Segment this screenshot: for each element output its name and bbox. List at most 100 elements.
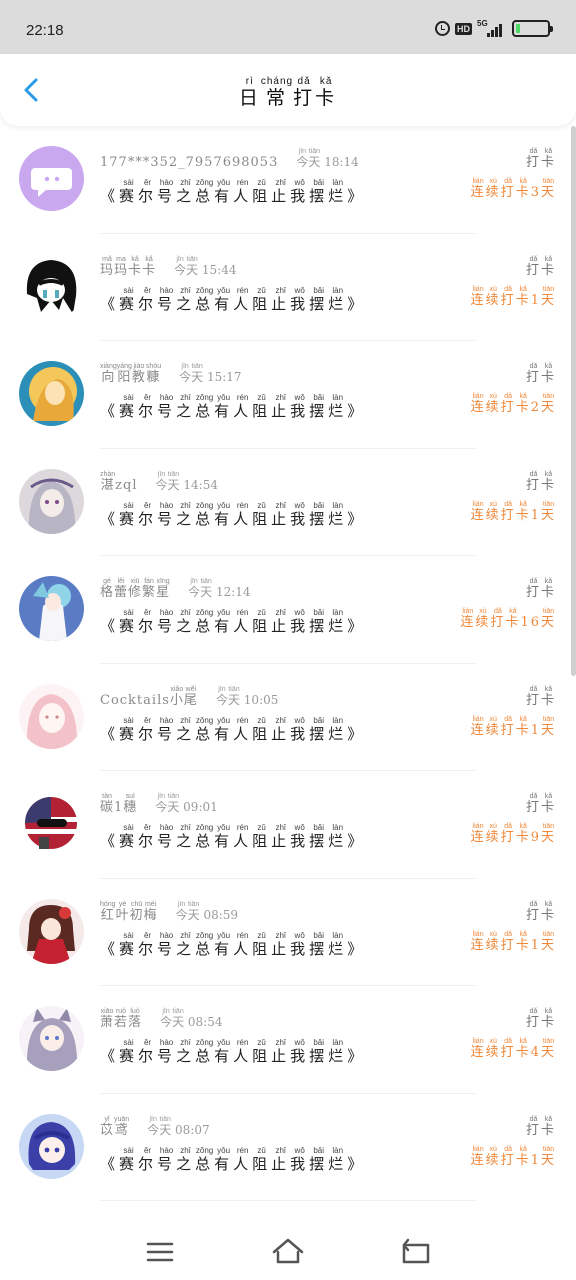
- avatar[interactable]: [19, 898, 84, 964]
- ruby-char: 有yǒu: [214, 393, 234, 420]
- ruby-char: 向xiàng: [100, 363, 117, 385]
- checkin-content: 《赛sài尔ěr号hào之zhī总zǒng有yǒu人rén阻zǔ止zhǐ我wǒ摆…: [100, 1038, 366, 1066]
- user-name[interactable]: 玛mǎ玛ma卡kǎ卡kǎ: [100, 255, 156, 278]
- user-line: 向xiàng阳yáng教jiào糠shòu 今jīn天tiān 15:17: [100, 363, 242, 385]
- ruby-char: 摆bǎi: [309, 393, 329, 420]
- user-name[interactable]: 苡yǐ鸢yuān: [100, 1116, 129, 1138]
- ruby-char: 我wǒ: [290, 178, 310, 205]
- ruby-char: 号hào: [157, 1038, 177, 1065]
- streak-badge: 连lián续xù打dǎ卡kǎ4天tiān: [471, 1038, 556, 1060]
- ruby-char: 续xù: [485, 393, 501, 415]
- ruby-char: 》: [347, 294, 367, 313]
- user-name[interactable]: 格gé蕾lěi修xiū繁fán星xīng: [100, 578, 170, 600]
- ruby-char: 穗suì: [123, 793, 138, 815]
- ruby-char: 天tiān: [191, 363, 204, 384]
- ruby-char: 有yǒu: [214, 285, 234, 313]
- avatar[interactable]: [19, 791, 84, 856]
- list-item[interactable]: 向xiàng阳yáng教jiào糠shòu今jīn天tiān 15:17 打dǎ卡…: [0, 341, 576, 449]
- streak-badge: 连lián续xù打dǎ卡kǎ9天tiān: [471, 823, 556, 845]
- ruby-char: 人rén: [233, 608, 253, 635]
- punch-label: 打dǎ卡kǎ: [526, 686, 556, 708]
- ruby-char: 打dǎ: [525, 470, 541, 493]
- list-item[interactable]: 湛zhànzql 今jīn天tiān 14:54 打dǎ卡kǎ 《赛sài尔ěr号hà…: [0, 449, 576, 557]
- ruby-char: 阻zǔ: [252, 823, 272, 850]
- ruby-char: 人rén: [233, 715, 253, 743]
- ruby-char: 卡kǎ: [128, 255, 143, 278]
- ruby-char: 打dǎ: [500, 1038, 516, 1060]
- list-item[interactable]: 玛mǎ玛ma卡kǎ卡kǎ今jīn天tiān 15:44 打dǎ卡kǎ 《赛sài尔ě…: [0, 234, 576, 342]
- ruby-char: 天tiān: [167, 793, 180, 814]
- ruby-char: 赛sài: [119, 285, 139, 313]
- ruby-char: 烂làn: [328, 715, 348, 743]
- list-item[interactable]: Cocktails小xiǎo尾wěi今jīn天tiān 10:05 打dǎ卡kǎ 《…: [0, 664, 576, 772]
- ruby-char: 连lián: [470, 285, 486, 308]
- status-icons: HD 5G: [435, 19, 553, 37]
- ruby-char: 玛ma: [114, 255, 129, 278]
- avatar[interactable]: [19, 146, 84, 211]
- ruby-char: 尔ěr: [138, 608, 158, 635]
- ruby-char: 阻zǔ: [252, 393, 272, 420]
- user-name[interactable]: 向xiàng阳yáng教jiào糠shòu: [100, 363, 161, 385]
- streak-badge: 连lián续xù打dǎ卡kǎ1天tiān: [471, 286, 556, 308]
- ruby-char: 》: [347, 939, 367, 958]
- list-item[interactable]: 碳tàn1穗suì今jīn天tiān 09:01 打dǎ卡kǎ 《赛sài尔ěr号h…: [0, 771, 576, 879]
- ruby-char: 天tiān: [540, 1145, 556, 1168]
- avatar[interactable]: [19, 468, 84, 534]
- ruby-char: 卡kǎ: [540, 148, 556, 170]
- ruby-char: 人rén: [233, 930, 253, 958]
- ruby-char: 尔ěr: [138, 715, 158, 743]
- ruby-char: 我wǒ: [290, 1038, 310, 1065]
- streak-days: 9: [530, 830, 541, 845]
- user-name[interactable]: 177***352_7957698053: [100, 155, 278, 170]
- user-name[interactable]: 湛zhànzql: [100, 471, 138, 493]
- user-name[interactable]: 红hóng叶yè初chū梅méi: [100, 901, 158, 923]
- user-name[interactable]: 萧xiāo若ruò落luò: [100, 1008, 142, 1030]
- list-item[interactable]: 红hóng叶yè初chū梅méi今jīn天tiān 08:59 打dǎ卡kǎ 《赛s…: [0, 879, 576, 987]
- list-item[interactable]: 177***352_7957698053 今jīn天tiān 18:14 打dǎ卡k…: [0, 126, 576, 234]
- user-name[interactable]: 碳tàn1穗suì: [100, 793, 138, 815]
- ruby-char: 玛mǎ: [100, 255, 115, 278]
- ruby-char: 连lián: [470, 393, 486, 415]
- home-button[interactable]: [268, 1232, 308, 1272]
- ruby-char: 之zhī: [176, 608, 196, 635]
- avatar[interactable]: [19, 576, 84, 641]
- ruby-char: 连lián: [470, 1038, 486, 1060]
- avatar[interactable]: [19, 253, 84, 319]
- ruby-char: 我wǒ: [290, 608, 310, 635]
- avatar[interactable]: [19, 1006, 84, 1071]
- menu-button[interactable]: [140, 1232, 180, 1272]
- user-name[interactable]: Cocktails小xiǎo尾wěi: [100, 686, 198, 708]
- ruby-char: 》: [347, 1047, 367, 1065]
- ruby-char: 卡kǎ: [540, 685, 556, 708]
- back-nav-button[interactable]: [396, 1232, 436, 1272]
- ruby-char: 止zhǐ: [271, 178, 291, 205]
- ruby-char: 天tiān: [540, 608, 556, 630]
- post-time: 今jīn天tiān 12:14: [188, 578, 251, 599]
- punch-label: 打dǎ卡kǎ: [526, 1008, 556, 1030]
- ruby-char: 续xù: [485, 1038, 501, 1060]
- scrollbar[interactable]: [571, 126, 576, 676]
- ruby-char: 摆bǎi: [309, 608, 329, 635]
- list-item[interactable]: 苡yǐ鸢yuān今jīn天tiān 08:07 打dǎ卡kǎ 《赛sài尔ěr号hà…: [0, 1094, 576, 1202]
- streak-days: 1: [530, 292, 541, 308]
- ruby-char: 止zhǐ: [271, 608, 291, 635]
- list-item[interactable]: 格gé蕾lěi修xiū繁fán星xīng今jīn天tiān 12:14 打dǎ卡k…: [0, 556, 576, 664]
- streak-days: 4: [530, 1045, 541, 1060]
- ruby-char: 摆bǎi: [309, 178, 329, 205]
- list-item[interactable]: 萧xiāo若ruò落luò今jīn天tiān 08:54 打dǎ卡kǎ 《赛sài尔…: [0, 986, 576, 1094]
- ruby-char: 》: [347, 402, 367, 420]
- avatar[interactable]: [19, 683, 84, 749]
- cat-ear-avatar: [19, 1006, 84, 1071]
- ruby-char: 蕾lěi: [114, 578, 129, 600]
- checkin-list: 177***352_7957698053 今jīn天tiān 18:14 打dǎ卡k…: [0, 126, 576, 1201]
- ruby-char: 《: [100, 939, 120, 958]
- avatar[interactable]: [19, 361, 84, 426]
- post-time: 今jīn天tiān 14:54: [155, 470, 218, 492]
- ruby-char: 之zhī: [176, 823, 196, 850]
- ruby-char: 之zhī: [176, 1038, 196, 1065]
- ruby-char: 日rì: [238, 76, 261, 109]
- ruby-char: 阻zǔ: [252, 715, 272, 743]
- avatar[interactable]: [19, 1113, 84, 1179]
- streak-badge: 连lián续xù打dǎ卡kǎ1天tiān: [471, 1146, 556, 1168]
- ruby-char: 《: [100, 724, 120, 743]
